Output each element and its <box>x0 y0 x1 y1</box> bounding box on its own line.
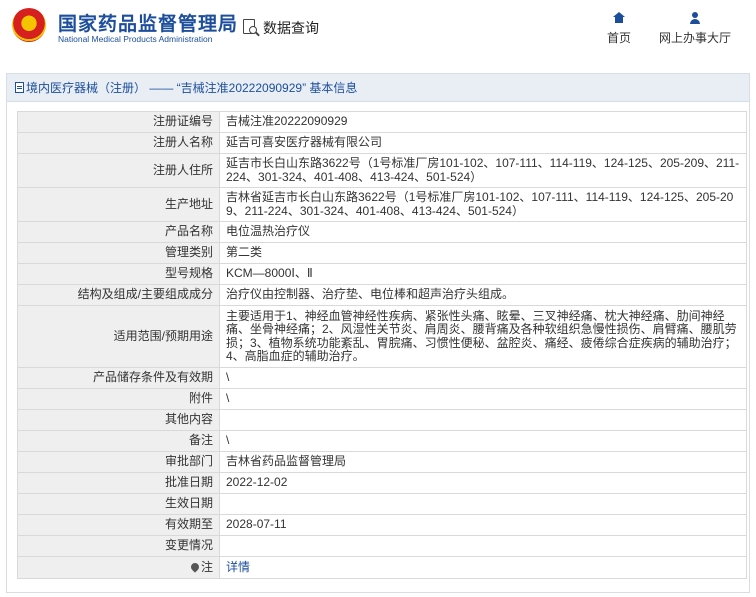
site-subtitle: National Medical Products Administration <box>58 34 213 44</box>
registration-info-table: 注册证编号 吉械注准20222090929 注册人名称 延吉可喜安医疗器械有限公… <box>17 111 747 579</box>
field-label: 生产地址 <box>17 187 220 222</box>
table-row: 附件 \ <box>17 388 747 410</box>
field-label: 批准日期 <box>17 472 220 494</box>
details-link[interactable]: 详情 <box>226 560 250 574</box>
nav-home-label: 首页 <box>606 31 631 45</box>
data-query-link[interactable]: 数据查询 <box>242 17 319 39</box>
field-label: 附件 <box>17 388 220 410</box>
field-value: 治疗仪由控制器、治疗垫、电位棒和超声治疗头组成。 <box>219 284 747 306</box>
note-label-cell: 注 <box>17 556 220 579</box>
document-search-icon <box>242 18 260 38</box>
table-row: 注册人名称 延吉可喜安医疗器械有限公司 <box>17 132 747 154</box>
field-value <box>219 409 747 431</box>
document-icon <box>15 82 24 93</box>
table-row: 变更情况 <box>17 535 747 557</box>
table-row: 注册人住所 延吉市长白山东路3622号（1号标准厂房101-102、107-11… <box>17 153 747 188</box>
table-row: 有效期至 2028-07-11 <box>17 514 747 536</box>
nav-home[interactable]: 首页 <box>604 12 634 46</box>
field-label: 注册人名称 <box>17 132 220 154</box>
field-value: 延吉可喜安医疗器械有限公司 <box>219 132 747 154</box>
table-row: 注 详情 <box>17 556 747 579</box>
panel-title-bar: 境内医疗器械（注册） —— “吉械注准20222090929” 基本信息 <box>7 74 749 102</box>
field-label: 管理类别 <box>17 242 220 264</box>
field-label: 注册证编号 <box>17 111 220 133</box>
table-row: 注册证编号 吉械注准20222090929 <box>17 111 747 133</box>
field-label: 备注 <box>17 430 220 452</box>
field-label: 结构及组成/主要组成成分 <box>17 284 220 306</box>
field-label: 型号规格 <box>17 263 220 285</box>
field-label: 审批部门 <box>17 451 220 473</box>
site-header: 国家药品监督管理局 National Medical Products Admi… <box>0 0 756 64</box>
site-title: 国家药品监督管理局 <box>58 14 239 35</box>
nav-online-office[interactable]: 网上办事大厅 <box>654 12 736 46</box>
national-emblem-logo <box>12 8 46 42</box>
field-value: 吉林省延吉市长白山东路3622号（1号标准厂房101-102、107-111、1… <box>219 187 747 222</box>
table-row: 产品名称 电位温热治疗仪 <box>17 221 747 243</box>
table-row: 备注 \ <box>17 430 747 452</box>
data-query-label: 数据查询 <box>263 20 319 36</box>
field-value: 吉林省药品监督管理局 <box>219 451 747 473</box>
field-label: 其他内容 <box>17 409 220 431</box>
table-row: 适用范围/预期用途 主要适用于1、神经血管神经性疾病、紧张性头痛、眩晕、三叉神经… <box>17 305 747 368</box>
table-row: 结构及组成/主要组成成分 治疗仪由控制器、治疗垫、电位棒和超声治疗头组成。 <box>17 284 747 306</box>
user-icon <box>689 12 701 24</box>
table-row: 审批部门 吉林省药品监督管理局 <box>17 451 747 473</box>
field-value: \ <box>219 367 747 389</box>
field-label: 生效日期 <box>17 493 220 515</box>
table-row: 生效日期 <box>17 493 747 515</box>
field-value: \ <box>219 388 747 410</box>
field-label: 有效期至 <box>17 514 220 536</box>
note-value-cell: 详情 <box>219 556 747 579</box>
field-label: 产品储存条件及有效期 <box>17 367 220 389</box>
field-value: 电位温热治疗仪 <box>219 221 747 243</box>
info-panel: 境内医疗器械（注册） —— “吉械注准20222090929” 基本信息 注册证… <box>6 73 750 593</box>
table-row: 生产地址 吉林省延吉市长白山东路3622号（1号标准厂房101-102、107-… <box>17 187 747 222</box>
field-value: 吉械注准20222090929 <box>219 111 747 133</box>
table-row: 批准日期 2022-12-02 <box>17 472 747 494</box>
field-label: 产品名称 <box>17 221 220 243</box>
table-row: 其他内容 <box>17 409 747 431</box>
field-value <box>219 493 747 515</box>
field-value: \ <box>219 430 747 452</box>
field-label: 注 <box>200 559 213 574</box>
field-value: KCM—8000Ⅰ、Ⅱ <box>219 263 747 285</box>
panel-title: 境内医疗器械（注册） —— “吉械注准20222090929” 基本信息 <box>26 81 358 95</box>
bulb-icon <box>189 561 201 573</box>
field-value: 主要适用于1、神经血管神经性疾病、紧张性头痛、眩晕、三叉神经痛、枕大神经痛、肋间… <box>219 305 747 368</box>
field-value: 延吉市长白山东路3622号（1号标准厂房101-102、107-111、114-… <box>219 153 747 188</box>
field-value: 2028-07-11 <box>219 514 747 536</box>
field-value: 2022-12-02 <box>219 472 747 494</box>
table-row: 产品储存条件及有效期 \ <box>17 367 747 389</box>
field-label: 适用范围/预期用途 <box>17 305 220 368</box>
field-value <box>219 535 747 557</box>
field-label: 注册人住所 <box>17 153 220 188</box>
nav-online-office-label: 网上办事大厅 <box>658 31 731 45</box>
table-row: 型号规格 KCM—8000Ⅰ、Ⅱ <box>17 263 747 285</box>
home-icon <box>613 12 625 24</box>
field-value: 第二类 <box>219 242 747 264</box>
field-label: 变更情况 <box>17 535 220 557</box>
table-row: 管理类别 第二类 <box>17 242 747 264</box>
